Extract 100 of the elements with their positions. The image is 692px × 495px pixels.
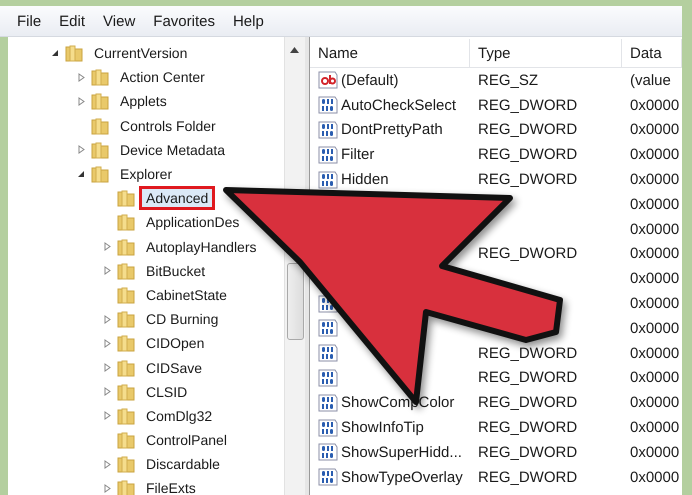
tree-item[interactable]: Device Metadata [114, 138, 232, 161]
value-name: DontPrettyPath [341, 121, 443, 138]
tree-item[interactable]: CurrentVersion [88, 42, 194, 64]
binary-value-icon [318, 394, 338, 412]
tree-item[interactable]: ApplicationDes [140, 211, 246, 234]
value-type: REG_DWORD [478, 394, 578, 412]
value-data: 0x0000 [630, 394, 680, 412]
collapsed-triangle-icon[interactable] [78, 72, 84, 82]
value-name: ShowInfoTip [341, 419, 424, 436]
folder-icon [116, 430, 136, 450]
collapsed-triangle-icon[interactable] [104, 338, 110, 348]
scroll-up-icon[interactable] [290, 47, 299, 53]
tree-item[interactable]: ControlPanel [140, 429, 233, 452]
value-data: 0x0000 [630, 220, 680, 238]
binary-value-icon [318, 146, 338, 164]
tree-item[interactable]: CIDOpen [140, 332, 210, 354]
value-type: REG_DWORD [478, 171, 578, 188]
folder-icon [116, 358, 136, 378]
folder-icon [116, 212, 136, 232]
value-name: Filter [341, 146, 374, 164]
collapsed-triangle-icon[interactable] [78, 96, 84, 106]
expanded-triangle-icon[interactable] [51, 49, 59, 58]
binary-value-icon [318, 418, 338, 437]
value-type: REG_DWORD [478, 468, 578, 486]
collapsed-triangle-icon[interactable] [104, 484, 110, 493]
collapsed-triangle-icon[interactable] [104, 266, 110, 276]
value-name: ShowTypeOverlay [341, 468, 463, 486]
collapsed-triangle-icon[interactable] [104, 460, 110, 469]
value-data: 0x0000 [630, 196, 680, 213]
menu-item[interactable]: File [8, 12, 50, 30]
collapsed-triangle-icon[interactable] [104, 411, 110, 420]
value-type: REG_DWORD [478, 121, 578, 138]
folder-icon [90, 116, 110, 136]
value-name: (Default) [341, 72, 399, 89]
tree-item[interactable]: AutoplayHandlers [140, 236, 263, 258]
folder-icon [90, 140, 110, 160]
value-type: REG_DWORD [478, 419, 578, 436]
collapsed-triangle-icon[interactable] [104, 314, 110, 324]
value-type: REG_DWORD [478, 369, 578, 386]
tree-item[interactable]: CD Burning [140, 308, 224, 330]
collapsed-triangle-icon[interactable] [104, 387, 110, 396]
tree-item[interactable]: Advanced [140, 187, 214, 210]
value-data: 0x0000 [630, 270, 680, 288]
binary-value-icon [318, 120, 338, 139]
menu-item[interactable]: Edit [50, 12, 94, 30]
binary-value-icon [318, 344, 338, 362]
value-data: 0x0000 [630, 171, 680, 188]
folder-icon [116, 188, 136, 208]
folder-icon [116, 382, 136, 402]
value-name: AutoCheckSelect [341, 96, 456, 114]
binary-value-icon [318, 368, 338, 387]
tree-item[interactable]: Controls Folder [114, 114, 222, 137]
menu-item[interactable]: Help [224, 12, 273, 30]
column-header[interactable]: Name [310, 39, 470, 67]
string-value-icon [318, 71, 338, 90]
value-data: 0x0000 [630, 468, 680, 486]
value-data: 0x0000 [630, 344, 680, 362]
folder-icon [116, 284, 136, 305]
collapsed-triangle-icon[interactable] [104, 363, 110, 372]
tree-item[interactable]: Applets [114, 90, 173, 112]
binary-value-icon [318, 468, 338, 486]
expanded-triangle-icon[interactable] [77, 170, 85, 178]
value-data: 0x0000 [630, 295, 680, 312]
value-type: REG_DWORD [478, 245, 578, 262]
tree-item[interactable]: Discardable [140, 453, 226, 476]
tree-item[interactable]: Explorer [114, 163, 178, 186]
menu-item[interactable]: View [94, 12, 144, 30]
tree-item[interactable]: BitBucket [140, 260, 212, 282]
value-data: 0x0000 [630, 369, 680, 386]
binary-value-icon [318, 443, 338, 462]
tree-item[interactable]: Action Center [114, 66, 211, 88]
tree-item[interactable]: CIDSave [140, 356, 208, 379]
value-data: (value [630, 72, 671, 89]
folder-icon [116, 260, 136, 281]
collapsed-triangle-icon[interactable] [78, 145, 84, 154]
value-data: 0x0000 [630, 419, 680, 436]
tree-item[interactable]: CLSID [140, 380, 194, 403]
value-data: 0x0000 [630, 444, 680, 461]
tree-item[interactable]: FileExts [140, 477, 202, 495]
column-header[interactable]: Data [622, 39, 682, 67]
folder-icon [90, 164, 110, 184]
scrollbar-thumb[interactable] [287, 263, 304, 340]
binary-value-icon [318, 96, 338, 114]
value-data: 0x0000 [630, 245, 680, 262]
folder-icon [116, 478, 136, 495]
tree-item[interactable]: ComDlg32 [140, 404, 218, 427]
value-name: Hidden [341, 171, 389, 188]
collapsed-triangle-icon[interactable] [104, 242, 110, 252]
folder-icon [90, 91, 110, 112]
value-type: REG_DWORD [478, 96, 578, 114]
value-data: 0x0000 [630, 121, 680, 138]
tree-item[interactable]: CabinetState [140, 284, 233, 306]
column-header[interactable]: Type [470, 39, 622, 67]
value-data: 0x0000 [630, 96, 680, 114]
folder-icon [116, 406, 136, 426]
folder-icon [90, 67, 110, 88]
folder-icon [64, 43, 84, 64]
folder-icon [116, 333, 136, 354]
value-type: REG_DWORD [478, 444, 578, 461]
menu-item[interactable]: Favorites [144, 12, 224, 30]
